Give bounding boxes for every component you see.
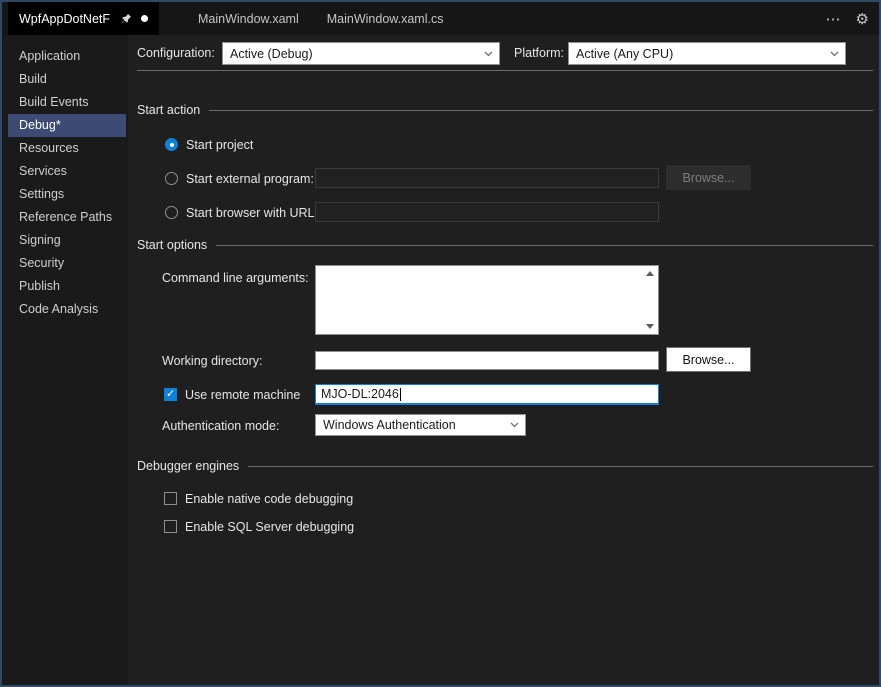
use-remote-machine-option[interactable]: Use remote machine (164, 387, 300, 402)
enable-sql-debugging-option[interactable]: Enable SQL Server debugging (164, 519, 354, 534)
chevron-down-icon (830, 51, 839, 57)
platform-value: Active (Any CPU) (576, 46, 674, 61)
sidebar-item-build-events[interactable]: Build Events (8, 91, 126, 114)
tab-project-properties[interactable]: WpfAppDotNetF (8, 2, 160, 35)
sidebar-item-services[interactable]: Services (8, 160, 126, 183)
enable-native-debugging-option[interactable]: Enable native code debugging (164, 491, 353, 506)
tab-overflow-icon[interactable]: ⋯ (826, 10, 842, 28)
scroll-up-icon[interactable] (645, 271, 654, 276)
properties-page-sidebar: Application Build Build Events Debug* Re… (2, 35, 128, 685)
config-separator (137, 70, 873, 71)
section-title: Start action (137, 103, 201, 117)
tab-mainwindow-xaml-cs[interactable]: MainWindow.xaml.cs (313, 2, 458, 35)
start-options-section-header: Start options (137, 238, 873, 252)
section-rule (209, 109, 873, 111)
debug-settings-panel: Configuration: Active (Debug) Platform: … (128, 35, 879, 685)
section-rule (216, 244, 873, 246)
start-project-option[interactable]: Start project (165, 137, 253, 152)
vs-project-properties-window: WpfAppDotNetF MainWindow.xaml MainWindow… (0, 0, 881, 687)
start-project-radio[interactable] (165, 138, 178, 151)
use-remote-machine-label: Use remote machine (185, 387, 301, 402)
sidebar-item-application[interactable]: Application (8, 45, 126, 68)
tab-mainwindow-xaml[interactable]: MainWindow.xaml (184, 2, 313, 35)
start-external-radio[interactable] (165, 172, 178, 185)
settings-gear-icon[interactable]: ⚙ (856, 10, 869, 28)
chevron-down-icon (510, 422, 519, 428)
enable-native-debugging-checkbox[interactable] (164, 492, 177, 505)
start-action-section-header: Start action (137, 103, 873, 117)
remote-machine-value: MJO-DL:2046 (321, 387, 399, 401)
authentication-mode-dropdown[interactable]: Windows Authentication (315, 414, 526, 436)
remote-machine-input[interactable]: MJO-DL:2046 (315, 384, 659, 405)
authentication-mode-value: Windows Authentication (323, 418, 456, 432)
enable-sql-debugging-checkbox[interactable] (164, 520, 177, 533)
command-line-arguments-label: Command line arguments: (162, 271, 309, 285)
modified-dot-icon (141, 15, 149, 22)
pin-icon[interactable] (120, 13, 132, 25)
sidebar-item-signing[interactable]: Signing (8, 229, 126, 252)
sidebar-item-settings[interactable]: Settings (8, 183, 126, 206)
sidebar-item-security[interactable]: Security (8, 252, 126, 275)
tab-label: MainWindow.xaml (198, 11, 299, 26)
authentication-mode-label: Authentication mode: (162, 419, 280, 433)
command-line-arguments-textarea[interactable] (315, 265, 659, 335)
start-external-label: Start external program: (186, 171, 314, 186)
debugger-engines-section-header: Debugger engines (137, 459, 873, 473)
working-directory-label: Working directory: (162, 354, 263, 368)
chevron-down-icon (484, 51, 493, 57)
use-remote-machine-checkbox[interactable] (164, 387, 177, 401)
start-browser-label: Start browser with URL: (186, 205, 318, 220)
start-browser-option[interactable]: Start browser with URL: (165, 205, 318, 220)
configuration-value: Active (Debug) (230, 46, 313, 61)
sidebar-item-publish[interactable]: Publish (8, 275, 126, 298)
platform-dropdown[interactable]: Active (Any CPU) (568, 42, 846, 65)
section-rule (248, 465, 873, 467)
start-browser-radio[interactable] (165, 206, 178, 219)
textarea-scrollbar[interactable] (642, 267, 657, 333)
sidebar-item-debug[interactable]: Debug* (8, 114, 126, 137)
section-title: Debugger engines (137, 459, 240, 473)
tab-bar-actions: ⋯ ⚙ (826, 2, 869, 35)
start-browser-url-input (315, 202, 659, 222)
document-tab-bar: WpfAppDotNetF MainWindow.xaml MainWindow… (2, 2, 879, 35)
section-title: Start options (137, 238, 208, 252)
working-directory-browse-button[interactable]: Browse... (666, 347, 751, 372)
configuration-label: Configuration: (137, 46, 215, 60)
tab-label: MainWindow.xaml.cs (326, 11, 444, 26)
start-external-program-input (315, 168, 659, 188)
start-external-option[interactable]: Start external program: (165, 171, 314, 186)
scroll-down-icon[interactable] (645, 324, 654, 329)
working-directory-input[interactable] (315, 351, 659, 370)
sidebar-item-code-analysis[interactable]: Code Analysis (8, 298, 126, 321)
sidebar-item-resources[interactable]: Resources (8, 137, 126, 160)
platform-label: Platform: (514, 46, 565, 60)
external-program-browse-button: Browse... (666, 165, 751, 190)
sidebar-item-build[interactable]: Build (8, 68, 126, 91)
start-project-label: Start project (186, 137, 254, 152)
text-caret (399, 387, 401, 401)
tab-label: WpfAppDotNetF (19, 11, 111, 26)
enable-native-debugging-label: Enable native code debugging (185, 491, 354, 506)
enable-sql-debugging-label: Enable SQL Server debugging (185, 519, 355, 534)
configuration-dropdown[interactable]: Active (Debug) (222, 42, 500, 65)
sidebar-item-reference-paths[interactable]: Reference Paths (8, 206, 126, 229)
